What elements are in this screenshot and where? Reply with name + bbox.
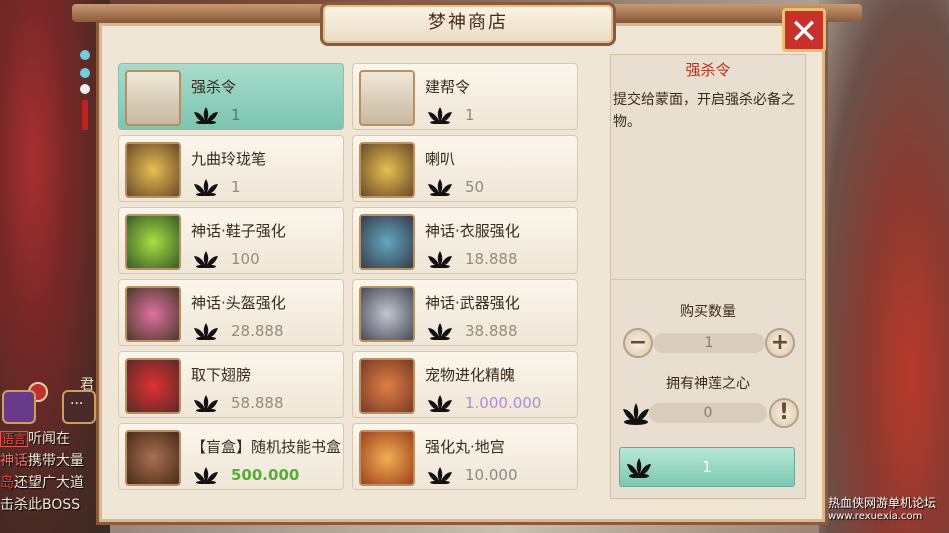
shop-item-card[interactable]: 喇叭 50 <box>352 135 578 202</box>
watermark-text: 热血侠网游单机论坛 <box>828 496 937 510</box>
weapon-icon <box>359 286 415 342</box>
chat-line: 还望广大道 <box>14 475 84 491</box>
event-icon[interactable] <box>2 390 36 424</box>
item-grid: 强杀令 1 建帮令 1 九曲玲珑笔 1 喇叭 50 神话·鞋子强化 100 神话·衣服强化 18.88… <box>118 63 580 497</box>
watermark: 热血侠网游单机论坛 www.rexuexia.com <box>828 496 949 524</box>
shop-item-card[interactable]: 【盲盒】随机技能书盒 500.000 <box>118 423 344 490</box>
robe-icon <box>359 214 415 270</box>
item-price: 100 <box>231 250 260 268</box>
chat-channel-tag: 语言 <box>0 431 29 447</box>
item-price: 28.888 <box>231 322 284 340</box>
lotus-heart-icon <box>191 394 221 413</box>
shop-item-card[interactable]: 建帮令 1 <box>352 63 578 130</box>
item-price: 1.000.000 <box>465 394 542 412</box>
lotus-heart-icon <box>623 403 649 425</box>
lotus-heart-icon <box>191 466 221 485</box>
lotus-heart-icon <box>191 106 221 125</box>
increase-button[interactable]: + <box>765 328 795 358</box>
trumpet-icon <box>359 142 415 198</box>
lotus-heart-icon <box>191 178 221 197</box>
chat-log: 语言 听闻在 神话携带大量 岛还望广大道 击杀此BOSS <box>0 428 96 528</box>
item-name: 取下翅膀 <box>191 366 252 384</box>
buy-button[interactable]: 1 <box>619 447 795 487</box>
chat-prefix: 岛 <box>0 475 14 491</box>
item-name: 神话·头盔强化 <box>191 294 286 312</box>
red-drop-icon <box>125 358 181 414</box>
chat-line: 携带大量 <box>28 453 84 469</box>
shop-item-card[interactable]: 神话·武器强化 38.888 <box>352 279 578 346</box>
side-shortcuts: 君 <box>0 377 96 428</box>
quantity-label: 购买数量 <box>680 304 736 320</box>
chat-bubble-icon[interactable] <box>62 390 96 424</box>
decrease-button[interactable]: − <box>623 328 653 358</box>
chat-line: 击杀此BOSS <box>0 497 81 513</box>
shop-item-card[interactable]: 神话·鞋子强化 100 <box>118 207 344 274</box>
item-name: 神话·鞋子强化 <box>191 222 286 240</box>
item-name: 宠物进化精魄 <box>425 366 516 384</box>
shop-item-card[interactable]: 宠物进化精魄 1.000.000 <box>352 351 578 418</box>
item-name: 喇叭 <box>425 150 456 168</box>
shop-item-card[interactable]: 强化丸·地宫 10.000 <box>352 423 578 490</box>
item-name: 神话·衣服强化 <box>425 222 520 240</box>
lotus-heart-icon <box>191 322 221 341</box>
item-name: 强杀令 <box>191 78 237 96</box>
owned-count: 0 <box>649 403 767 423</box>
scroll-icon <box>359 70 415 126</box>
owned-label: 拥有神莲之心 <box>666 376 750 392</box>
background-scenery-right <box>819 0 949 533</box>
item-price: 38.888 <box>465 322 518 340</box>
item-price: 10.000 <box>465 466 518 484</box>
info-button[interactable]: ! <box>769 398 799 428</box>
lotus-heart-icon <box>425 106 455 125</box>
lotus-heart-icon <box>425 394 455 413</box>
item-price: 1 <box>231 106 241 124</box>
rolled-scroll-icon <box>359 358 415 414</box>
lotus-heart-icon <box>425 322 455 341</box>
orb-icon <box>359 430 415 486</box>
lotus-heart-icon <box>425 250 455 269</box>
helmet-icon <box>125 286 181 342</box>
item-name: 强化丸·地宫 <box>425 438 505 456</box>
item-name: 九曲玲珑笔 <box>191 150 267 168</box>
item-detail-panel: 强杀令 提交给蒙面，开启强杀必备之物。 购买数量 − 1 + 拥有神莲之心 0 … <box>610 54 806 499</box>
divider <box>611 279 805 280</box>
brush-icon <box>125 142 181 198</box>
detail-title: 强杀令 <box>685 61 731 79</box>
item-name: 【盲盒】随机技能书盒 <box>191 438 342 456</box>
item-name: 建帮令 <box>425 78 471 96</box>
item-price: 50 <box>465 178 485 196</box>
book-box-icon <box>125 430 181 486</box>
item-name: 神话·武器强化 <box>425 294 520 312</box>
shop-item-card[interactable]: 强杀令 1 <box>118 63 344 130</box>
shop-item-card[interactable]: 取下翅膀 58.888 <box>118 351 344 418</box>
item-price: 18.888 <box>465 250 518 268</box>
shop-item-card[interactable]: 神话·衣服强化 18.888 <box>352 207 578 274</box>
lotus-heart-icon <box>425 466 455 485</box>
detail-description: 提交给蒙面，开启强杀必备之物。 <box>613 92 795 130</box>
watermark-site: www.rexuexia.com <box>828 511 923 522</box>
chat-line: 听闻在 <box>28 431 71 447</box>
window-title: 梦神商店 <box>320 2 616 46</box>
close-button[interactable]: ✕ <box>782 8 826 52</box>
chat-prefix: 神话 <box>0 453 28 469</box>
item-price: 1 <box>231 178 241 196</box>
hanging-ornament <box>78 40 92 130</box>
owned-row: 0 ! <box>619 395 799 431</box>
shop-item-card[interactable]: 九曲玲珑笔 1 <box>118 135 344 202</box>
buy-cost: 1 <box>702 458 712 476</box>
item-price: 1 <box>465 106 475 124</box>
quantity-value[interactable]: 1 <box>653 333 765 353</box>
lotus-heart-icon <box>191 250 221 269</box>
lotus-heart-icon <box>425 178 455 197</box>
seal-scroll-icon <box>125 70 181 126</box>
item-price: 500.000 <box>231 466 300 484</box>
quantity-stepper: − 1 + <box>623 327 795 359</box>
shop-item-card[interactable]: 神话·头盔强化 28.888 <box>118 279 344 346</box>
item-price: 58.888 <box>231 394 284 412</box>
green-flame-icon <box>125 214 181 270</box>
